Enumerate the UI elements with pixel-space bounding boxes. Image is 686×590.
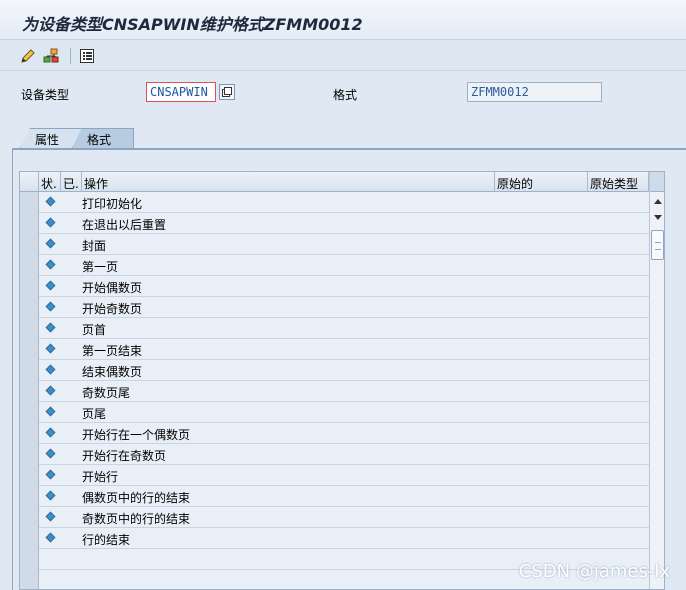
table-row[interactable]: 开始行 bbox=[20, 465, 650, 486]
row-selector[interactable] bbox=[20, 507, 39, 528]
status-diamond-icon bbox=[45, 301, 56, 312]
select-all-cell[interactable] bbox=[20, 172, 39, 192]
watermark: CSDN @james-lx bbox=[518, 561, 670, 582]
operation-cell: 页尾 bbox=[82, 407, 107, 421]
status-diamond-icon bbox=[45, 280, 56, 291]
operation-cell: 在退出以后重置 bbox=[82, 218, 167, 232]
status-diamond-icon bbox=[45, 217, 56, 228]
col-original[interactable]: 原始的 bbox=[495, 172, 588, 192]
table-row[interactable]: 封面 bbox=[20, 234, 650, 255]
status-diamond-icon bbox=[45, 532, 56, 543]
row-selector[interactable] bbox=[20, 423, 39, 444]
operation-cell: 行的结束 bbox=[82, 533, 131, 547]
col-status[interactable]: 状. bbox=[39, 172, 61, 192]
status-diamond-icon bbox=[45, 490, 56, 501]
page-title: 为设备类型CNSAPWIN维护格式ZFMM0012 bbox=[22, 15, 363, 34]
row-selector[interactable] bbox=[20, 360, 39, 381]
operation-cell: 开始奇数页 bbox=[82, 302, 143, 316]
table-row[interactable]: 开始奇数页 bbox=[20, 297, 650, 318]
device-type-field[interactable]: CNSAPWIN bbox=[146, 82, 216, 102]
operation-cell: 开始行在一个偶数页 bbox=[82, 428, 191, 442]
table-row[interactable]: 第一页结束 bbox=[20, 339, 650, 360]
toolbar bbox=[0, 41, 686, 71]
status-diamond-icon bbox=[45, 322, 56, 333]
table-row[interactable]: 页首 bbox=[20, 318, 650, 339]
status-diamond-icon bbox=[45, 343, 56, 354]
list-icon[interactable] bbox=[78, 47, 96, 65]
scroll-down-icon[interactable] bbox=[654, 215, 662, 220]
row-selector[interactable] bbox=[20, 444, 39, 465]
row-selector[interactable] bbox=[20, 402, 39, 423]
table-row[interactable]: 页尾 bbox=[20, 402, 650, 423]
tab-attributes[interactable]: 属性 bbox=[20, 128, 82, 148]
toolbar-separator bbox=[70, 48, 71, 64]
row-selector[interactable] bbox=[20, 465, 39, 486]
status-diamond-icon bbox=[45, 406, 56, 417]
col-original-type[interactable]: 原始类型 bbox=[588, 172, 649, 192]
row-selector[interactable] bbox=[20, 528, 39, 549]
row-selector[interactable] bbox=[20, 297, 39, 318]
table-row[interactable]: 奇数页尾 bbox=[20, 381, 650, 402]
format-label: 格式 bbox=[333, 88, 358, 102]
row-selector[interactable] bbox=[20, 255, 39, 276]
device-type-label: 设备类型 bbox=[21, 88, 70, 102]
row-selector[interactable] bbox=[20, 192, 39, 213]
operation-cell: 结束偶数页 bbox=[82, 365, 143, 379]
format-table: 状. 已. 操作 原始的 原始类型 打印初始化在退出以后重置 封面第一页开始偶数页… bbox=[19, 171, 665, 590]
operation-cell: 奇数页中的行的结束 bbox=[82, 512, 191, 526]
operation-cell: 打印初始化 bbox=[82, 197, 143, 211]
scroll-up-icon[interactable] bbox=[654, 199, 662, 204]
operation-cell: 开始行 bbox=[82, 470, 119, 484]
col-operation[interactable]: 操作 bbox=[82, 172, 495, 192]
row-selector[interactable] bbox=[20, 318, 39, 339]
status-diamond-icon bbox=[45, 427, 56, 438]
table-settings-icon[interactable] bbox=[650, 172, 664, 192]
tab-format[interactable]: 格式 bbox=[72, 128, 134, 148]
row-selector[interactable] bbox=[20, 234, 39, 255]
status-diamond-icon bbox=[45, 385, 56, 396]
operation-cell: 第一页结束 bbox=[82, 344, 143, 358]
status-diamond-icon bbox=[45, 196, 56, 207]
operation-cell: 开始偶数页 bbox=[82, 281, 143, 295]
col-done[interactable]: 已. bbox=[61, 172, 82, 192]
operation-cell: 开始行在奇数页 bbox=[82, 449, 167, 463]
operation-cell: 封面 bbox=[82, 239, 107, 253]
table-row[interactable]: 奇数页中的行的结束 bbox=[20, 507, 650, 528]
hierarchy-icon[interactable] bbox=[42, 47, 60, 65]
row-selector[interactable] bbox=[20, 213, 39, 234]
operation-cell: 页首 bbox=[82, 323, 107, 337]
table-row[interactable]: 在退出以后重置 bbox=[20, 213, 650, 234]
vertical-scrollbar[interactable] bbox=[649, 172, 664, 589]
operation-cell: 偶数页中的行的结束 bbox=[82, 491, 191, 505]
table-row[interactable]: 开始行在奇数页 bbox=[20, 444, 650, 465]
table-row[interactable]: 开始偶数页 bbox=[20, 276, 650, 297]
title-bar: 为设备类型CNSAPWIN维护格式ZFMM0012 bbox=[0, 0, 686, 40]
table-row[interactable]: 行的结束 bbox=[20, 528, 650, 549]
value-help-icon[interactable] bbox=[219, 84, 235, 100]
scroll-thumb[interactable] bbox=[651, 230, 664, 260]
status-diamond-icon bbox=[45, 238, 56, 249]
operation-cell: 奇数页尾 bbox=[82, 386, 131, 400]
table-row[interactable]: 打印初始化 bbox=[20, 192, 650, 213]
operation-cell: 第一页 bbox=[82, 260, 119, 274]
status-diamond-icon bbox=[45, 364, 56, 375]
status-diamond-icon bbox=[45, 469, 56, 480]
pencil-icon[interactable] bbox=[19, 47, 37, 65]
row-selector[interactable] bbox=[20, 276, 39, 297]
table-header: 状. 已. 操作 原始的 原始类型 bbox=[20, 172, 664, 192]
table-row[interactable]: 开始行在一个偶数页 bbox=[20, 423, 650, 444]
table-row[interactable]: 偶数页中的行的结束 bbox=[20, 486, 650, 507]
status-diamond-icon bbox=[45, 511, 56, 522]
header-fields: 设备类型 CNSAPWIN 格式 ZFMM0012 bbox=[0, 82, 686, 106]
row-selector[interactable] bbox=[20, 549, 39, 570]
format-field[interactable]: ZFMM0012 bbox=[467, 82, 602, 102]
table-row[interactable]: 结束偶数页 bbox=[20, 360, 650, 381]
row-selector[interactable] bbox=[20, 339, 39, 360]
status-diamond-icon bbox=[45, 259, 56, 270]
row-selector[interactable] bbox=[20, 381, 39, 402]
status-diamond-icon bbox=[45, 448, 56, 459]
row-selector[interactable] bbox=[20, 486, 39, 507]
row-selector[interactable] bbox=[20, 570, 39, 589]
table-row[interactable]: 第一页 bbox=[20, 255, 650, 276]
